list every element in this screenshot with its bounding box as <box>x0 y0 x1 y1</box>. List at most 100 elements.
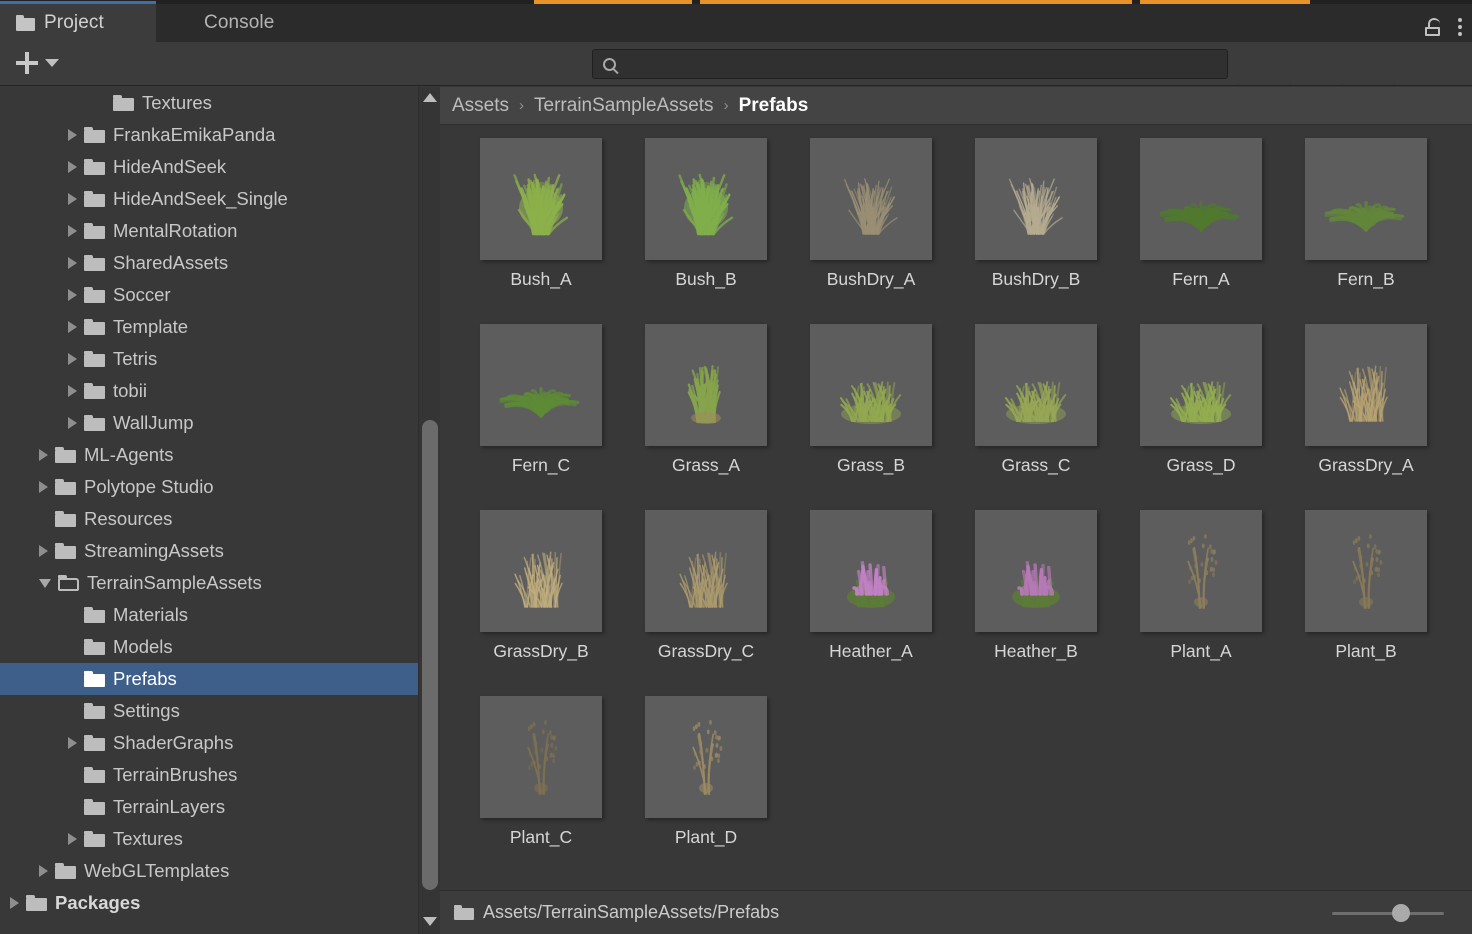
expand-arrow-icon[interactable] <box>39 481 48 493</box>
asset-item[interactable]: Fern_C <box>471 324 611 476</box>
sidebar-item-mentalrotation[interactable]: MentalRotation <box>0 215 420 247</box>
asset-item[interactable]: Bush_A <box>471 138 611 290</box>
asset-thumbnail[interactable] <box>645 324 767 446</box>
asset-thumbnail[interactable] <box>480 324 602 446</box>
sidebar-item-sharedassets[interactable]: SharedAssets <box>0 247 420 279</box>
sidebar-item-hideandseek-single[interactable]: HideAndSeek_Single <box>0 183 420 215</box>
asset-item[interactable]: Plant_B <box>1296 510 1436 662</box>
expand-arrow-icon[interactable] <box>10 897 19 909</box>
expand-arrow-icon[interactable] <box>68 225 77 237</box>
tab-project[interactable]: Project <box>0 1 156 42</box>
unlocked-padlock-icon[interactable] <box>1424 18 1441 36</box>
asset-item[interactable]: Bush_B <box>636 138 776 290</box>
tree-scrollbar[interactable] <box>418 87 440 934</box>
scrollbar-thumb[interactable] <box>422 420 438 890</box>
breadcrumb-item[interactable]: Assets <box>452 95 509 117</box>
asset-item[interactable]: Fern_B <box>1296 138 1436 290</box>
asset-item[interactable]: BushDry_B <box>966 138 1106 290</box>
tab-console[interactable]: Console <box>160 4 320 42</box>
asset-item[interactable]: Plant_C <box>471 696 611 848</box>
sidebar-item-polytope-studio[interactable]: Polytope Studio <box>0 471 420 503</box>
asset-thumbnail[interactable] <box>975 510 1097 632</box>
asset-thumbnail[interactable] <box>645 510 767 632</box>
sidebar-item-resources[interactable]: Resources <box>0 503 420 535</box>
sidebar-item-materials[interactable]: Materials <box>0 599 420 631</box>
asset-item[interactable]: Heather_A <box>801 510 941 662</box>
sidebar-item-ml-agents[interactable]: ML-Agents <box>0 439 420 471</box>
asset-item[interactable]: Grass_A <box>636 324 776 476</box>
asset-thumbnail[interactable] <box>810 138 932 260</box>
asset-item[interactable]: Plant_D <box>636 696 776 848</box>
expand-arrow-icon[interactable] <box>68 129 77 141</box>
scroll-down-arrow-icon[interactable] <box>423 917 437 926</box>
asset-item[interactable]: Grass_D <box>1131 324 1271 476</box>
asset-thumbnail[interactable] <box>480 510 602 632</box>
slider-knob[interactable] <box>1391 903 1410 922</box>
expand-arrow-icon[interactable] <box>39 545 48 557</box>
expand-arrow-icon[interactable] <box>68 833 77 845</box>
sidebar-item-streamingassets[interactable]: StreamingAssets <box>0 535 420 567</box>
sidebar-item-tetris[interactable]: Tetris <box>0 343 420 375</box>
asset-thumbnail[interactable] <box>810 324 932 446</box>
asset-thumbnail[interactable] <box>1140 324 1262 446</box>
search-input[interactable] <box>616 55 1227 73</box>
asset-thumbnail[interactable] <box>1305 138 1427 260</box>
asset-thumbnail[interactable] <box>1140 138 1262 260</box>
asset-item[interactable]: BushDry_A <box>801 138 941 290</box>
sidebar-item-terrainlayers[interactable]: TerrainLayers <box>0 791 420 823</box>
asset-thumbnail[interactable] <box>975 138 1097 260</box>
search-field[interactable] <box>592 49 1228 79</box>
expand-arrow-icon[interactable] <box>68 385 77 397</box>
asset-item[interactable]: GrassDry_A <box>1296 324 1436 476</box>
asset-item[interactable]: Grass_C <box>966 324 1106 476</box>
sidebar-item-terrainbrushes[interactable]: TerrainBrushes <box>0 759 420 791</box>
sidebar-item-shadergraphs[interactable]: ShaderGraphs <box>0 727 420 759</box>
breadcrumb-item[interactable]: Prefabs <box>739 95 809 117</box>
sidebar-item-settings[interactable]: Settings <box>0 695 420 727</box>
asset-thumbnail[interactable] <box>480 696 602 818</box>
expand-arrow-icon[interactable] <box>39 865 48 877</box>
expand-arrow-icon[interactable] <box>68 417 77 429</box>
asset-thumbnail[interactable] <box>810 510 932 632</box>
breadcrumb-item[interactable]: TerrainSampleAssets <box>534 95 714 117</box>
expand-arrow-icon[interactable] <box>68 353 77 365</box>
expand-arrow-icon[interactable] <box>68 289 77 301</box>
asset-item[interactable]: GrassDry_B <box>471 510 611 662</box>
sidebar-item-textures[interactable]: Textures <box>0 87 420 119</box>
sidebar-item-prefabs[interactable]: Prefabs <box>0 663 420 695</box>
asset-item[interactable]: Heather_B <box>966 510 1106 662</box>
expand-arrow-icon[interactable] <box>68 257 77 269</box>
sidebar-item-terrainsampleassets[interactable]: TerrainSampleAssets <box>0 567 420 599</box>
asset-item[interactable]: Fern_A <box>1131 138 1271 290</box>
asset-thumbnail[interactable] <box>975 324 1097 446</box>
scroll-up-arrow-icon[interactable] <box>423 93 437 102</box>
expand-arrow-icon[interactable] <box>68 737 77 749</box>
asset-thumbnail[interactable] <box>645 696 767 818</box>
sidebar-item-webgltemplates[interactable]: WebGLTemplates <box>0 855 420 887</box>
asset-thumbnail[interactable] <box>1305 324 1427 446</box>
kebab-menu-icon[interactable] <box>1457 18 1462 36</box>
expand-arrow-icon[interactable] <box>68 161 77 173</box>
sidebar-item-template[interactable]: Template <box>0 311 420 343</box>
thumbnail-size-slider[interactable] <box>1332 903 1444 922</box>
asset-thumbnail[interactable] <box>1140 510 1262 632</box>
asset-thumbnail[interactable] <box>645 138 767 260</box>
create-asset-button[interactable] <box>12 50 63 76</box>
sidebar-item-frankaemikapanda[interactable]: FrankaEmikaPanda <box>0 119 420 151</box>
expand-arrow-icon[interactable] <box>68 321 77 333</box>
sidebar-item-walljump[interactable]: WallJump <box>0 407 420 439</box>
expand-arrow-icon[interactable] <box>39 449 48 461</box>
sidebar-item-hideandseek[interactable]: HideAndSeek <box>0 151 420 183</box>
asset-thumbnail[interactable] <box>480 138 602 260</box>
asset-item[interactable]: Plant_A <box>1131 510 1271 662</box>
asset-thumbnail[interactable] <box>1305 510 1427 632</box>
sidebar-item-soccer[interactable]: Soccer <box>0 279 420 311</box>
asset-item[interactable]: Grass_B <box>801 324 941 476</box>
expand-arrow-icon[interactable] <box>68 193 77 205</box>
sidebar-item-packages[interactable]: Packages <box>0 887 420 919</box>
collapse-arrow-icon[interactable] <box>39 578 51 588</box>
asset-item[interactable]: GrassDry_C <box>636 510 776 662</box>
sidebar-item-tobii[interactable]: tobii <box>0 375 420 407</box>
sidebar-item-models[interactable]: Models <box>0 631 420 663</box>
sidebar-item-textures[interactable]: Textures <box>0 823 420 855</box>
